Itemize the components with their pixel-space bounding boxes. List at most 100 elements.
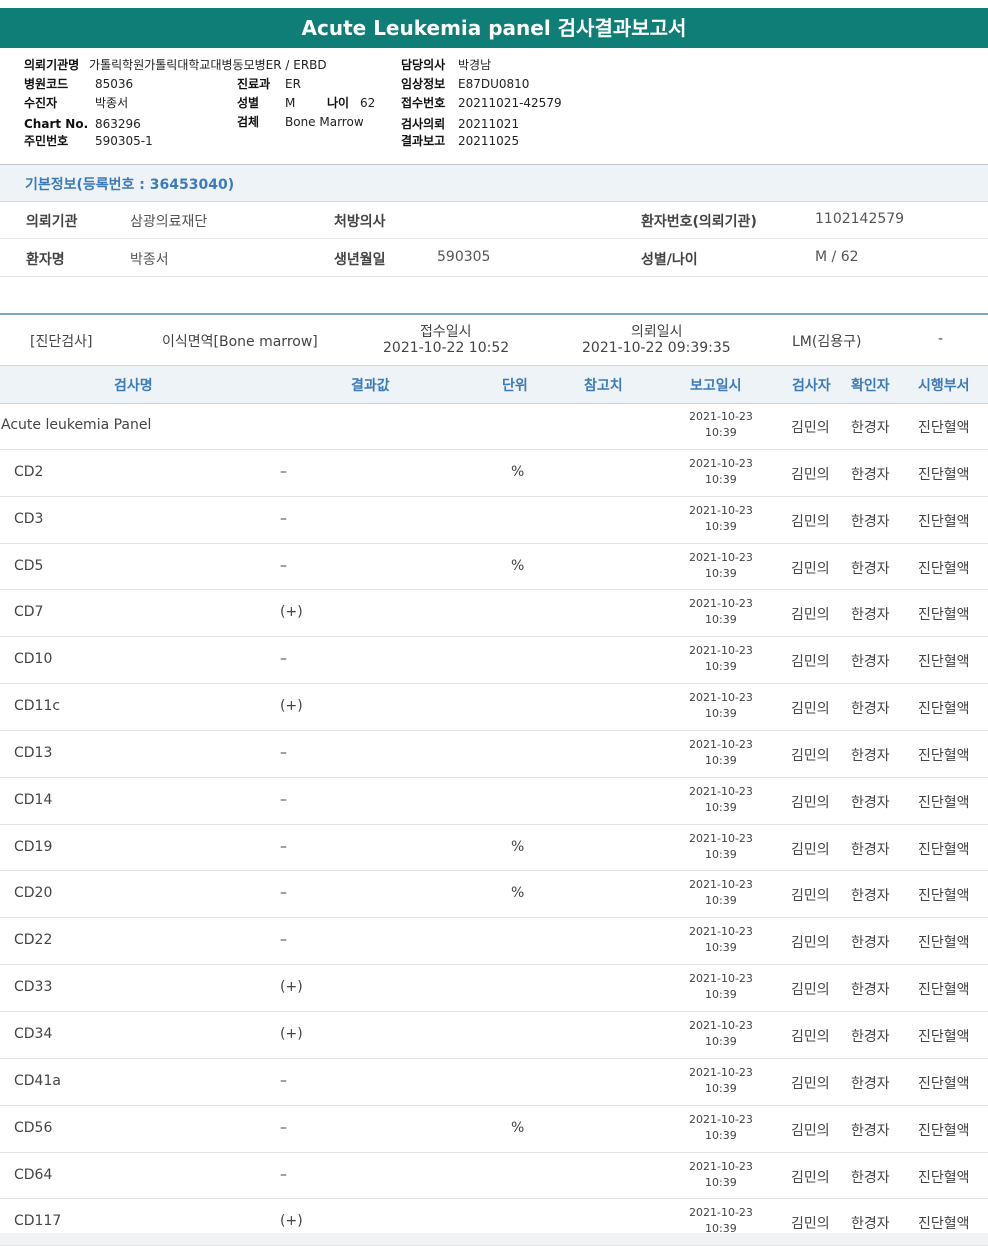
table-row[interactable]: CD11c (+) 2021-10-23 10:39 김민의 한경자 진단혈액 — [0, 684, 988, 731]
test-name: CD14 — [14, 791, 53, 808]
table-row[interactable]: CD7 (+) 2021-10-23 10:39 김민의 한경자 진단혈액 — [0, 590, 988, 638]
table-row[interactable]: CD34 (+) 2021-10-23 10:39 김민의 한경자 진단혈액 — [0, 1012, 988, 1059]
department: 진단혈액 — [918, 654, 970, 671]
bottom-scroll-area — [0, 1233, 988, 1245]
table-row[interactable]: CD10 – 2021-10-23 10:39 김민의 한경자 진단혈액 — [0, 637, 988, 685]
requested-label: 의뢰일시 — [631, 324, 683, 340]
tester: 김민의 — [791, 1028, 830, 1045]
result-value: (+) — [280, 1213, 303, 1230]
sex-value: M — [285, 96, 296, 110]
confirmer: 한경자 — [851, 420, 890, 436]
confirmer: 한경자 — [851, 747, 890, 764]
test-name: CD22 — [14, 932, 53, 949]
result-value: – — [280, 651, 287, 668]
info-key: 환자명 — [26, 252, 65, 268]
table-row[interactable]: CD64 – 2021-10-23 10:39 김민의 한경자 진단혈액 — [0, 1153, 988, 1200]
report-date: 2021-10-23 — [689, 597, 753, 611]
table-row[interactable]: CD33 (+) 2021-10-23 10:39 김민의 한경자 진단혈액 — [0, 965, 988, 1012]
basic-info-bar: 기본정보(등록번호 : 36453040) — [0, 165, 988, 202]
doctor-value: 박경남 — [458, 58, 492, 72]
test-name: CD7 — [14, 604, 44, 621]
report-date: 2021-10-23 — [689, 972, 753, 986]
department: 진단혈액 — [918, 1169, 970, 1186]
clinical-info-label: 임상정보 — [401, 77, 446, 91]
info-value: 삼광의료재단 — [130, 214, 208, 230]
result-value: (+) — [280, 604, 303, 621]
results-table-header: 검사명 결과값 단위 참고치 보고일시 검사자 확인자 시행부서 — [0, 365, 988, 404]
report-time: 10:39 — [705, 1081, 737, 1095]
table-row[interactable]: CD3 – 2021-10-23 10:39 김민의 한경자 진단혈액 — [0, 497, 988, 544]
table-row[interactable]: Acute leukemia Panel 2021-10-23 10:39 김민의 한경… — [0, 403, 988, 450]
report-time: 10:39 — [705, 800, 737, 814]
department: 진단혈액 — [918, 794, 970, 811]
table-row[interactable]: CD22 – 2021-10-23 10:39 김민의 한경자 진단혈액 — [0, 918, 988, 966]
order-row[interactable]: [진단검사] 이식면역[Bone marrow] 접수일시 2021-10-22… — [0, 315, 988, 365]
hospital-code-label: 병원코드 — [24, 77, 69, 91]
table-row[interactable]: CD13 – 2021-10-23 10:39 김민의 한경자 진단혈액 — [0, 731, 988, 778]
table-row[interactable]: CD56 –% 2021-10-23 10:39 김민의 한경자 진단혈액 — [0, 1106, 988, 1153]
requested-value: 2021-10-22 09:39:35 — [582, 340, 731, 356]
col-reference: 참고치 — [584, 378, 623, 394]
test-name: CD41a — [14, 1072, 61, 1089]
unit: % — [511, 557, 525, 574]
confirmer: 한경자 — [851, 841, 890, 858]
table-row[interactable]: CD19 –% 2021-10-23 10:39 김민의 한경자 진단혈액 — [0, 825, 988, 872]
result-value: – — [280, 1166, 287, 1183]
tester: 김민의 — [791, 560, 830, 577]
report-time: 10:39 — [705, 1175, 737, 1189]
result-value: – — [280, 744, 287, 761]
department: 진단혈액 — [918, 1028, 970, 1045]
tester: 김민의 — [791, 1216, 830, 1233]
table-row[interactable]: CD14 – 2021-10-23 10:39 김민의 한경자 진단혈액 — [0, 778, 988, 825]
order-test-name: 이식면역[Bone marrow] — [162, 334, 318, 350]
col-department: 시행부서 — [918, 378, 970, 394]
report-date: 2021-10-23 — [689, 878, 753, 892]
report-date: 2021-10-23 — [689, 503, 753, 517]
info-key: 성별/나이 — [641, 252, 698, 268]
hospital-code-value: 85036 — [95, 77, 134, 91]
report-date-label: 결과보고 — [401, 134, 446, 148]
specimen-field: 검체 Bone Marrow — [237, 114, 364, 130]
order-extra: - — [938, 331, 944, 347]
report-time: 10:39 — [705, 894, 737, 908]
age-label: 나이 — [327, 96, 350, 110]
table-row[interactable]: CD20 –% 2021-10-23 10:39 김민의 한경자 진단혈액 — [0, 871, 988, 919]
test-name: CD3 — [14, 510, 44, 527]
test-name: CD117 — [14, 1213, 62, 1230]
tester: 김민의 — [791, 607, 830, 624]
result-value: – — [280, 791, 287, 808]
report-time: 10:39 — [705, 707, 737, 721]
order-category: [진단검사] — [30, 334, 93, 350]
confirmer: 한경자 — [851, 701, 890, 718]
report-date: 2021-10-23 — [689, 410, 753, 423]
table-row[interactable]: CD2 –% 2021-10-23 10:39 김민의 한경자 진단혈액 — [0, 450, 988, 497]
result-value: – — [280, 1119, 287, 1136]
tester: 김민의 — [791, 935, 830, 952]
tester: 김민의 — [791, 1122, 830, 1139]
report-date: 2021-10-23 — [689, 1206, 753, 1220]
test-name: CD11c — [14, 698, 61, 715]
table-row[interactable]: CD41a – 2021-10-23 10:39 김민의 한경자 진단혈액 — [0, 1059, 988, 1106]
report-time: 10:39 — [705, 847, 737, 861]
confirmer: 한경자 — [851, 982, 890, 999]
info-value: 590305 — [437, 249, 491, 265]
report-date: 2021-10-23 — [689, 1065, 753, 1079]
report-date: 2021-10-23 — [689, 784, 753, 798]
tester: 김민의 — [791, 466, 830, 483]
info-key: 생년월일 — [334, 252, 386, 268]
tester: 김민의 — [791, 420, 830, 436]
confirmer: 한경자 — [851, 466, 890, 483]
result-value: (+) — [280, 698, 303, 715]
col-unit: 단위 — [502, 378, 528, 394]
unit: % — [511, 838, 525, 855]
report-date: 2021-10-23 — [689, 550, 753, 564]
patient-label: 수진자 — [24, 96, 58, 110]
test-name: CD10 — [14, 651, 53, 668]
doctor-label: 담당의사 — [401, 58, 446, 72]
request-date-label: 검사의뢰 — [401, 117, 446, 131]
test-name: CD33 — [14, 979, 53, 996]
result-value: – — [280, 510, 287, 527]
dept-label: 진료과 — [237, 77, 271, 91]
department: 진단혈액 — [918, 607, 970, 624]
table-row[interactable]: CD5 –% 2021-10-23 10:39 김민의 한경자 진단혈액 — [0, 544, 988, 591]
